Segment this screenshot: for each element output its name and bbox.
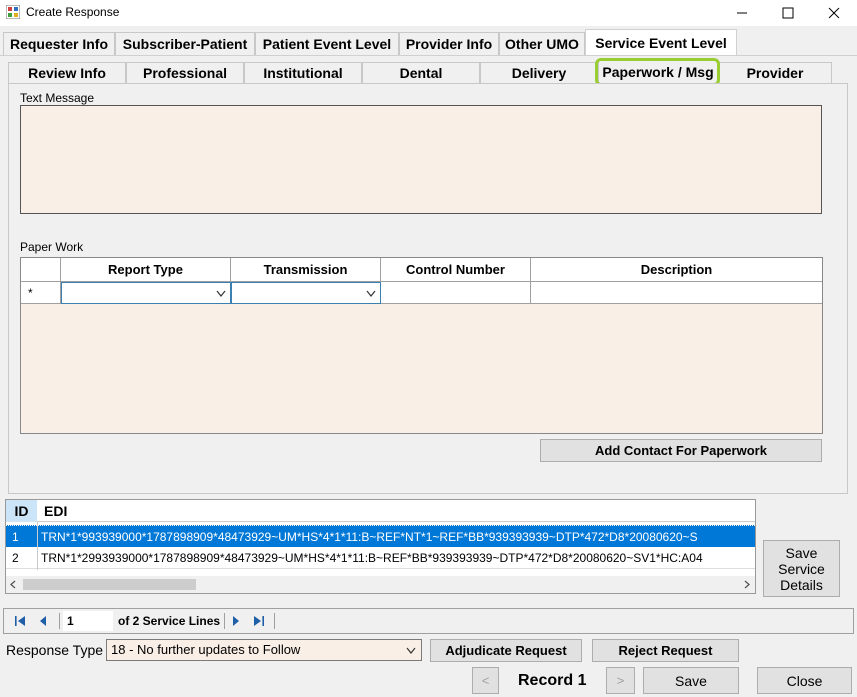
tab-provider[interactable]: Provider	[718, 62, 832, 83]
edi-row[interactable]: 2 TRN*1*2993939000*1787898909*48473929~U…	[6, 547, 755, 569]
close-window-button[interactable]	[811, 0, 857, 26]
report-type-combobox[interactable]	[61, 282, 231, 304]
response-type-value: 18 - No further updates to Follow	[111, 642, 301, 657]
chevron-down-icon	[216, 290, 226, 297]
title-bar: Create Response	[0, 0, 857, 26]
minimize-icon	[737, 12, 747, 14]
horizontal-scrollbar[interactable]	[6, 576, 755, 593]
tab-service-event-level[interactable]: Service Event Level	[585, 29, 737, 56]
grid-row-header-corner	[21, 258, 61, 282]
tab-review-info[interactable]: Review Info	[8, 62, 126, 83]
navigator-separator	[224, 613, 225, 629]
edi-row-id: 2	[12, 551, 19, 565]
next-record-icon[interactable]	[231, 615, 241, 627]
text-message-input[interactable]	[20, 105, 822, 214]
edi-grid: ID EDI 1 TRN*1*993939000*1787898909*4847…	[5, 499, 756, 594]
next-record-button[interactable]: >	[606, 667, 635, 694]
column-header-transmission[interactable]: Transmission	[231, 258, 381, 282]
navigator-separator	[274, 613, 275, 629]
tab-provider-info[interactable]: Provider Info	[399, 32, 499, 55]
position-input[interactable]: 1	[63, 611, 113, 631]
scroll-left-icon[interactable]	[9, 580, 17, 589]
paperwork-grid: Report Type Transmission Control Number …	[20, 257, 823, 434]
transmission-combobox[interactable]	[231, 282, 381, 304]
description-cell[interactable]	[531, 282, 822, 304]
response-type-select[interactable]: 18 - No further updates to Follow	[106, 639, 422, 661]
scroll-right-icon[interactable]	[743, 580, 751, 589]
paperwork-msg-panel: Text Message Paper Work Report Type Tran…	[8, 83, 848, 494]
app-icon	[6, 5, 20, 19]
navigator-separator	[59, 613, 60, 629]
previous-record-button[interactable]: <	[472, 667, 499, 694]
column-header-edi[interactable]: EDI	[44, 503, 67, 519]
tab-professional[interactable]: Professional	[126, 62, 244, 83]
service-line-navigator: 1 of 2 Service Lines	[3, 608, 854, 634]
add-contact-for-paperwork-button[interactable]: Add Contact For Paperwork	[540, 439, 822, 462]
paper-work-label: Paper Work	[20, 240, 84, 254]
tab-dental[interactable]: Dental	[362, 62, 480, 83]
tab-requester-info[interactable]: Requester Info	[3, 32, 115, 55]
first-record-icon[interactable]	[14, 615, 26, 627]
chevron-down-icon	[406, 647, 416, 654]
save-service-details-button[interactable]: Save Service Details	[763, 540, 840, 597]
edi-row-text: TRN*1*993939000*1787898909*48473929~UM*H…	[41, 530, 698, 544]
active-tab-highlight-ring	[595, 58, 720, 86]
edi-row-text: TRN*1*2993939000*1787898909*48473929~UM*…	[41, 551, 703, 565]
edi-row-selected[interactable]: 1 TRN*1*993939000*1787898909*48473929~UM…	[6, 525, 755, 547]
control-number-cell[interactable]	[381, 282, 531, 304]
column-header-control-number[interactable]: Control Number	[381, 258, 531, 282]
scrollbar-thumb[interactable]	[23, 579, 196, 590]
service-line-count: of 2 Service Lines	[118, 614, 221, 628]
minimize-button[interactable]	[719, 0, 765, 26]
maximize-button[interactable]	[765, 0, 811, 26]
text-message-label: Text Message	[20, 91, 95, 105]
tab-patient-event-level[interactable]: Patient Event Level	[255, 32, 399, 55]
chevron-down-icon	[366, 290, 376, 297]
save-button[interactable]: Save	[643, 667, 739, 694]
tab-other-umo[interactable]: Other UMO	[499, 32, 585, 55]
reject-request-button[interactable]: Reject Request	[592, 639, 739, 662]
new-row-marker: *	[21, 282, 61, 304]
close-icon	[828, 7, 840, 19]
edi-grid-header: ID EDI	[6, 500, 755, 522]
tab-delivery[interactable]: Delivery	[480, 62, 598, 83]
response-type-label: Response Type	[6, 642, 104, 658]
column-header-description[interactable]: Description	[531, 258, 822, 282]
window-title: Create Response	[26, 5, 120, 19]
tab-subscriber-patient[interactable]: Subscriber-Patient	[115, 32, 255, 55]
tab-institutional[interactable]: Institutional	[244, 62, 362, 83]
previous-record-icon[interactable]	[38, 615, 48, 627]
close-button[interactable]: Close	[757, 667, 852, 694]
column-header-id[interactable]: ID	[6, 500, 37, 522]
maximize-icon	[782, 7, 794, 19]
tab-strip-divider	[0, 55, 857, 56]
adjudicate-request-button[interactable]: Adjudicate Request	[430, 639, 582, 662]
record-label: Record 1	[518, 672, 587, 689]
edi-row-id: 1	[12, 530, 19, 544]
column-header-report-type[interactable]: Report Type	[61, 258, 231, 282]
last-record-icon[interactable]	[253, 615, 265, 627]
edi-column-divider	[37, 522, 38, 570]
